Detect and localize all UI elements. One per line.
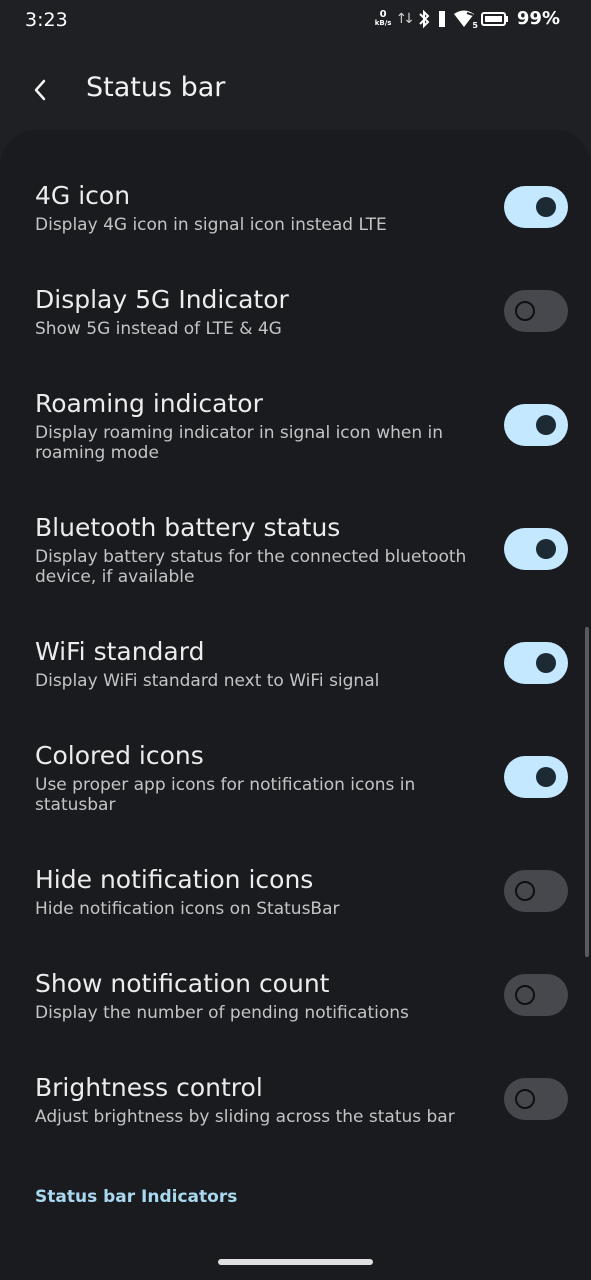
setting-summary: Show 5G instead of LTE & 4G <box>35 319 282 339</box>
toggle-switch[interactable] <box>504 404 568 446</box>
page-title: Status bar <box>86 72 226 103</box>
wifi-standard-badge: 5 <box>472 20 478 30</box>
gesture-nav-handle[interactable] <box>218 1259 373 1265</box>
setting-title: 4G icon <box>35 181 131 210</box>
net-speed-indicator: 0 kB/s <box>374 8 392 28</box>
battery-percent: 99% <box>516 8 560 29</box>
battery-icon <box>480 11 509 27</box>
toggle-switch[interactable] <box>504 528 568 570</box>
setting-title: Roaming indicator <box>35 389 263 418</box>
setting-title: WiFi standard <box>35 637 205 666</box>
toggle-thumb <box>536 415 556 435</box>
setting-summary: Display roaming indicator in signal icon… <box>35 423 444 463</box>
toggle-thumb <box>536 539 556 559</box>
toggle-switch[interactable] <box>504 186 568 228</box>
signal-icon <box>437 10 447 28</box>
net-speed-value: 0 <box>379 8 387 20</box>
app-bar: Status bar <box>0 60 591 120</box>
setting-summary: Display WiFi standard next to WiFi signa… <box>35 671 380 691</box>
setting-title: Bluetooth battery status <box>35 513 341 542</box>
section-header: Status bar Indicators <box>35 1187 238 1207</box>
toggle-thumb <box>515 301 535 321</box>
toggle-thumb <box>536 653 556 673</box>
setting-title: Display 5G Indicator <box>35 285 289 314</box>
status-time: 3:23 <box>25 9 68 31</box>
setting-summary: Display the number of pending notificati… <box>35 1003 409 1023</box>
setting-title: Colored icons <box>35 741 204 770</box>
bluetooth-icon <box>417 9 431 29</box>
setting-title: Hide notification icons <box>35 865 314 894</box>
wifi-icon: 5 <box>453 10 478 30</box>
data-arrows-icon: ↑↓ <box>395 10 415 27</box>
toggle-switch[interactable] <box>504 290 568 332</box>
setting-title: Show notification count <box>35 969 330 998</box>
system-status-bar: 3:23 0 kB/s ↑↓ 5 99% <box>0 0 591 42</box>
setting-title: Brightness control <box>35 1073 263 1102</box>
setting-summary: Display 4G icon in signal icon instead L… <box>35 215 387 235</box>
setting-summary: Adjust brightness by sliding across the … <box>35 1107 455 1127</box>
toggle-switch[interactable] <box>504 642 568 684</box>
toggle-switch[interactable] <box>504 1078 568 1120</box>
toggle-switch[interactable] <box>504 870 568 912</box>
setting-summary: Use proper app icons for notification ic… <box>35 775 416 815</box>
back-button[interactable] <box>24 74 56 106</box>
settings-list[interactable]: 4G icon Display 4G icon in signal icon i… <box>0 130 591 1280</box>
net-speed-unit: kB/s <box>374 18 392 27</box>
toggle-switch[interactable] <box>504 974 568 1016</box>
toggle-thumb <box>515 985 535 1005</box>
setting-summary: Hide notification icons on StatusBar <box>35 899 340 919</box>
scrollbar[interactable] <box>585 627 589 957</box>
back-arrow-icon <box>32 78 48 102</box>
setting-summary: Display battery status for the connected… <box>35 547 467 587</box>
toggle-switch[interactable] <box>504 756 568 798</box>
toggle-thumb <box>515 1089 535 1109</box>
toggle-thumb <box>536 767 556 787</box>
toggle-thumb <box>536 197 556 217</box>
toggle-thumb <box>515 881 535 901</box>
status-icons: 0 kB/s ↑↓ 5 99% <box>374 8 560 30</box>
